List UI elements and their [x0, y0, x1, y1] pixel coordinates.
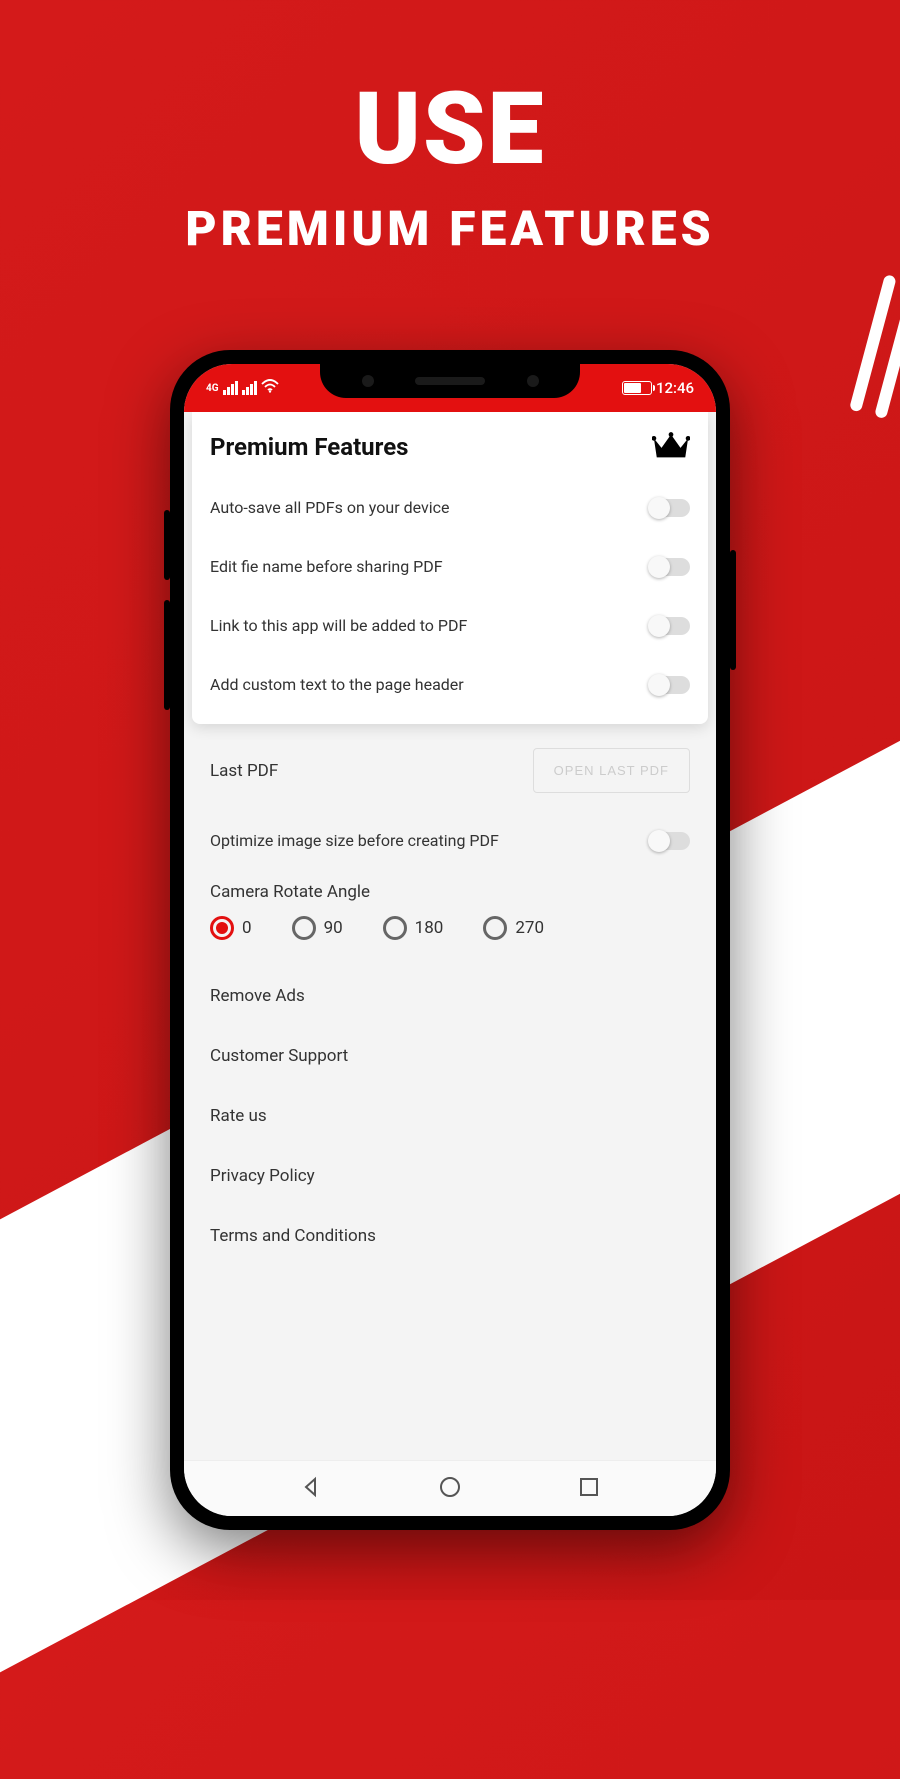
- menu-remove-ads[interactable]: Remove Ads: [210, 966, 690, 1026]
- radio-label: 0: [242, 918, 252, 938]
- toggle-label: Link to this app will be added to PDF: [210, 616, 467, 635]
- last-pdf-row: Last PDF OPEN LAST PDF: [210, 748, 690, 793]
- status-time: 12:46: [656, 379, 694, 397]
- toggle-autosave[interactable]: Auto-save all PDFs on your device: [210, 478, 690, 537]
- radio-label: 180: [415, 918, 444, 938]
- camera-rotate-section: Camera Rotate Angle 0 90 180: [210, 882, 690, 940]
- promo-title: USE: [0, 80, 900, 180]
- promo-header: USE PREMIUM FEATURES: [0, 80, 900, 257]
- toggle-label: Edit fie name before sharing PDF: [210, 557, 443, 576]
- menu-terms[interactable]: Terms and Conditions: [210, 1206, 690, 1266]
- app-screen[interactable]: Premium Features Auto-save all PDFs on y…: [184, 412, 716, 1460]
- toggle-optimize-image[interactable]: Optimize image size before creating PDF: [210, 831, 690, 882]
- toggle-switch[interactable]: [650, 617, 690, 635]
- nav-back-icon[interactable]: [299, 1475, 323, 1503]
- radio-label: 90: [324, 918, 343, 938]
- radio-icon[interactable]: [383, 916, 407, 940]
- nav-recent-icon[interactable]: [577, 1475, 601, 1503]
- last-pdf-label: Last PDF: [210, 761, 278, 781]
- radio-icon[interactable]: [210, 916, 234, 940]
- nav-home-icon[interactable]: [438, 1475, 462, 1503]
- card-title: Premium Features: [210, 433, 408, 461]
- toggle-switch[interactable]: [650, 832, 690, 850]
- radio-angle-180[interactable]: 180: [383, 916, 444, 940]
- radio-angle-0[interactable]: 0: [210, 916, 252, 940]
- menu-privacy-policy[interactable]: Privacy Policy: [210, 1146, 690, 1206]
- radio-label: 270: [515, 918, 544, 938]
- premium-features-card: Premium Features Auto-save all PDFs on y…: [192, 412, 708, 724]
- crown-icon[interactable]: [652, 430, 690, 464]
- radio-angle-90[interactable]: 90: [292, 916, 343, 940]
- toggle-switch[interactable]: [650, 558, 690, 576]
- decorative-slashes-top: [849, 274, 900, 426]
- open-last-pdf-button[interactable]: OPEN LAST PDF: [533, 748, 690, 793]
- toggle-switch[interactable]: [650, 499, 690, 517]
- wifi-icon: [261, 379, 279, 397]
- toggle-edit-filename[interactable]: Edit fie name before sharing PDF: [210, 537, 690, 596]
- phone-notch: [320, 364, 580, 398]
- radio-icon[interactable]: [292, 916, 316, 940]
- toggle-switch[interactable]: [650, 676, 690, 694]
- toggle-app-link[interactable]: Link to this app will be added to PDF: [210, 596, 690, 655]
- menu-rate-us[interactable]: Rate us: [210, 1086, 690, 1146]
- toggle-label: Add custom text to the page header: [210, 675, 464, 694]
- radio-angle-270[interactable]: 270: [483, 916, 544, 940]
- radio-icon[interactable]: [483, 916, 507, 940]
- phone-frame: 4G 12:46 Premium Features: [170, 350, 730, 1530]
- toggle-custom-header[interactable]: Add custom text to the page header: [210, 655, 690, 714]
- angle-label: Camera Rotate Angle: [210, 882, 690, 902]
- android-nav-bar: [184, 1460, 716, 1516]
- signal-icon: [223, 381, 238, 395]
- signal-icon: [242, 381, 257, 395]
- battery-icon: [622, 381, 652, 395]
- menu-customer-support[interactable]: Customer Support: [210, 1026, 690, 1086]
- promo-subtitle: PREMIUM FEATURES: [0, 200, 900, 257]
- toggle-label: Optimize image size before creating PDF: [210, 831, 499, 850]
- toggle-label: Auto-save all PDFs on your device: [210, 498, 449, 517]
